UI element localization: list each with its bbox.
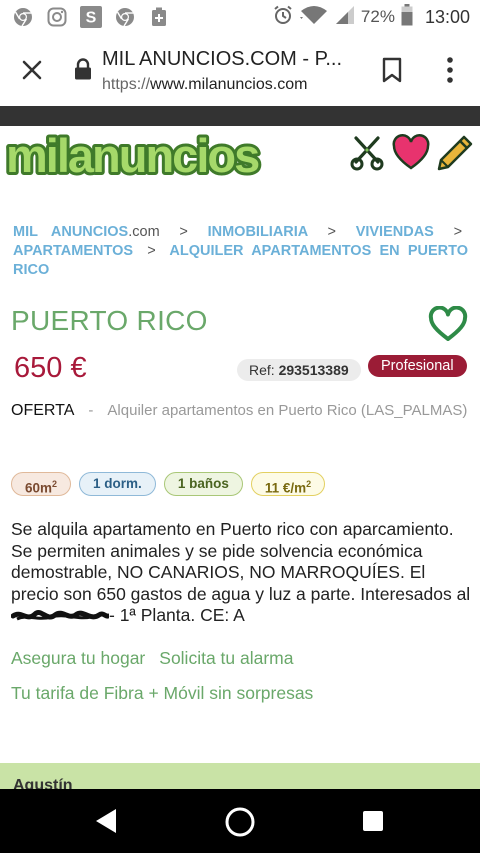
reference-number: 293513389 [278,362,349,378]
breadcrumb-site[interactable]: MIL ANUNCIOS.com [13,224,160,240]
listing-description: Se alquila apartamento en Puerto rico co… [10,519,471,625]
seller-bar: Agustín [0,763,480,794]
home-icon[interactable] [224,806,256,838]
favorite-heart-icon[interactable] [428,305,468,344]
area-tag: 60m2 [11,472,72,496]
s-app-icon: S [80,6,102,28]
milanuncios-logo[interactable]: milanuncios milanuncios [2,126,264,185]
listing-price: 650 € [14,352,87,384]
url-address[interactable]: https://www.milanuncios.com [102,76,307,94]
status-bar: S 72% 13:00 [0,0,480,34]
wifi-icon [298,5,329,30]
pencil-icon[interactable] [436,134,474,172]
svg-text:S: S [86,10,97,27]
reference-badge: Ref: 293513389 [237,359,361,381]
offer-line: OFERTA - Alquiler apartamentos en Puerto R… [11,402,468,419]
page-top-band [0,106,480,126]
fiber-link[interactable]: Tu tarifa de Fibra + Móvil sin sorpresas [11,683,313,704]
price-per-m2-tag: 11 €/m2 [250,472,326,496]
breadcrumb-separator: > [179,224,188,240]
signal-icon [335,5,355,30]
listing-title: PUERTO RICO [11,305,208,336]
add-box-icon [148,6,170,28]
service-links: Asegura tu hogar Solicita tu alarma [11,648,294,669]
back-icon[interactable] [92,807,120,835]
android-nav-bar [0,789,480,853]
seller-type-badge: Profesional [368,355,467,377]
alarm-link[interactable]: Solicita tu alarma [159,648,293,668]
breadcrumb-separator: > [453,224,463,240]
breadcrumb-separator: > [327,224,336,240]
chrome-icon [114,6,136,28]
breadcrumb-inmobiliaria[interactable]: INMOBILIARIA [208,224,308,240]
instagram-icon [46,6,68,28]
lock-icon [74,58,92,80]
battery-percent: 72% [360,7,395,26]
bathrooms-tag: 1 baños [163,472,243,496]
page-title[interactable]: MIL ANUNCIOS.COM - P... [102,48,342,71]
breadcrumb-apartamentos[interactable]: APARTAMENTOS [13,243,133,259]
url-scheme: https:// [102,76,151,93]
heart-icon[interactable] [392,134,430,172]
offer-description: Alquiler apartamentos en Puerto Rico (LA… [107,402,468,419]
more-options-icon[interactable] [438,54,462,86]
recent-apps-icon[interactable] [362,810,384,832]
scissors-icon[interactable] [348,134,386,172]
breadcrumb-viviendas[interactable]: VIVIENDAS [356,224,434,240]
bookmark-icon[interactable] [380,56,404,84]
site-header: milanuncios milanuncios [0,126,480,185]
battery-icon [401,3,413,31]
svg-text:milanuncios: milanuncios [6,130,259,182]
bedrooms-tag: 1 dorm. [79,472,156,496]
feature-tags: 60m2 1 dorm. 1 baños 11 €/m2 [11,472,326,496]
browser-toolbar: MIL ANUNCIOS.COM - P... https://www.mila… [0,34,480,106]
breadcrumb-separator: > [147,243,156,259]
redacted-phone-scribble [10,608,111,624]
offer-type: OFERTA [11,402,75,419]
alarm-icon [273,5,293,30]
chrome-icon [12,6,34,28]
home-insurance-link[interactable]: Asegura tu hogar [11,648,145,668]
close-icon[interactable] [18,56,46,84]
breadcrumb: MIL ANUNCIOS.com > INMOBILIARIA > VIVIEN… [13,223,468,280]
url-host: www.milanuncios.com [150,76,308,93]
clock-time: 13:00 [424,6,470,27]
